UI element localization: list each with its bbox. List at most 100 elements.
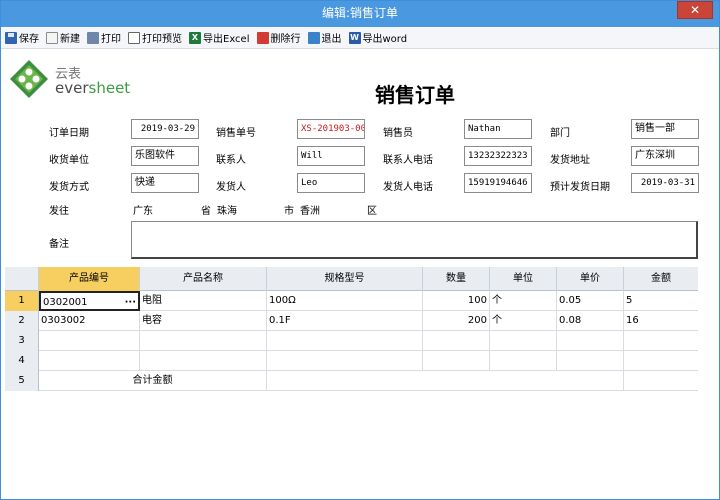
col-header-unit[interactable]: 单位 bbox=[490, 267, 557, 291]
cell-name[interactable]: 电容 bbox=[140, 311, 267, 331]
ship-method-field[interactable]: 快递 bbox=[131, 173, 199, 193]
col-header-price[interactable]: 单价 bbox=[557, 267, 624, 291]
dept-field[interactable]: 销售一部 bbox=[631, 119, 699, 139]
ship-method-label: 发货方式 bbox=[49, 182, 89, 193]
city-value[interactable]: 珠海 bbox=[217, 202, 237, 217]
district-value[interactable]: 香洲 bbox=[300, 202, 320, 217]
order-date-field[interactable]: 2019-03-29 bbox=[131, 119, 199, 139]
receiver-label: 收货单位 bbox=[49, 155, 89, 166]
row-number[interactable]: 5 bbox=[5, 371, 39, 391]
total-amount-label: 合计金额 bbox=[39, 371, 267, 391]
table-row-total[interactable]: 5 合计金额 bbox=[5, 371, 698, 391]
province-value[interactable]: 广东 bbox=[133, 202, 153, 217]
grid-corner bbox=[5, 267, 39, 291]
export-word-label: 导出word bbox=[362, 34, 408, 45]
cell-qty[interactable] bbox=[423, 331, 490, 351]
eta-label: 预计发货日期 bbox=[550, 182, 610, 193]
ship-address-field[interactable]: 广东深圳 bbox=[631, 146, 699, 166]
contact-field[interactable]: Will bbox=[297, 146, 365, 166]
cell-price[interactable] bbox=[557, 351, 624, 371]
col-header-spec[interactable]: 规格型号 bbox=[267, 267, 423, 291]
receiver-field[interactable]: 乐图软件 bbox=[131, 146, 199, 166]
excel-icon: X bbox=[189, 31, 201, 44]
cell-price[interactable]: 0.05 bbox=[557, 291, 624, 311]
col-header-code[interactable]: 产品编号 bbox=[39, 267, 140, 291]
cell-qty[interactable] bbox=[423, 351, 490, 371]
order-no-field[interactable]: XS-201903-001 bbox=[297, 119, 365, 139]
export-excel-label: 导出Excel bbox=[203, 34, 250, 45]
salesperson-field[interactable]: Nathan bbox=[464, 119, 532, 139]
exit-button[interactable]: 退出 bbox=[307, 29, 342, 47]
print-preview-icon bbox=[128, 31, 140, 44]
cell-name[interactable] bbox=[140, 351, 267, 371]
close-button[interactable]: ✕ bbox=[677, 1, 713, 19]
shipper-field[interactable]: Leo bbox=[297, 173, 365, 193]
table-row[interactable]: 3 bbox=[5, 331, 698, 351]
contact-label: 联系人 bbox=[216, 155, 246, 166]
destination-label: 发往 bbox=[49, 206, 69, 217]
table-row[interactable]: 4 bbox=[5, 351, 698, 371]
printer-icon bbox=[87, 31, 99, 44]
cell-amount[interactable]: 16 bbox=[624, 311, 698, 331]
print-button[interactable]: 打印 bbox=[87, 29, 121, 47]
table-row[interactable]: 1 0302001 ··· 电阻 100Ω 100 个 0.05 5 bbox=[5, 291, 698, 311]
order-date-label: 订单日期 bbox=[49, 128, 89, 139]
city-unit: 市 bbox=[284, 206, 294, 217]
delete-row-icon bbox=[256, 31, 269, 44]
cell-spec[interactable] bbox=[267, 351, 423, 371]
table-row[interactable]: 2 0303002 电容 0.1F 200 个 0.08 16 bbox=[5, 311, 698, 331]
cell-name[interactable] bbox=[140, 331, 267, 351]
save-label: 保存 bbox=[19, 34, 39, 45]
word-icon: W bbox=[348, 31, 361, 44]
export-excel-button[interactable]: X 导出Excel bbox=[189, 29, 250, 47]
cell-qty[interactable]: 200 bbox=[423, 311, 490, 331]
new-button[interactable]: 新建 bbox=[46, 29, 80, 47]
row-number[interactable]: 2 bbox=[5, 311, 39, 331]
cell-code[interactable] bbox=[39, 331, 140, 351]
new-label: 新建 bbox=[60, 34, 80, 45]
col-header-name[interactable]: 产品名称 bbox=[140, 267, 267, 291]
district-unit: 区 bbox=[367, 206, 377, 217]
exit-label: 退出 bbox=[321, 34, 342, 45]
cell-unit[interactable]: 个 bbox=[490, 291, 557, 311]
toolbar: 保存 新建 打印 打印预览 X 导出Excel 删除行 退出 W 导出word bbox=[1, 27, 719, 49]
remark-field[interactable] bbox=[131, 221, 698, 259]
delete-row-button[interactable]: 删除行 bbox=[256, 29, 301, 47]
cell-price[interactable] bbox=[557, 331, 624, 351]
print-preview-button[interactable]: 打印预览 bbox=[128, 29, 182, 47]
col-header-qty[interactable]: 数量 bbox=[423, 267, 490, 291]
window-title: 编辑:销售订单 bbox=[321, 6, 399, 20]
cell-unit[interactable] bbox=[490, 331, 557, 351]
cell-code[interactable]: 0302001 ··· bbox=[39, 291, 140, 311]
cell-spec[interactable]: 0.1F bbox=[267, 311, 423, 331]
export-word-button[interactable]: W 导出word bbox=[348, 29, 408, 47]
row-number[interactable]: 3 bbox=[5, 331, 39, 351]
cell-spec[interactable] bbox=[267, 331, 423, 351]
cell-amount[interactable] bbox=[624, 331, 698, 351]
row-number[interactable]: 4 bbox=[5, 351, 39, 371]
cell-amount[interactable] bbox=[624, 351, 698, 371]
remark-label: 备注 bbox=[49, 239, 69, 250]
save-button[interactable]: 保存 bbox=[5, 29, 39, 47]
cell-price[interactable]: 0.08 bbox=[557, 311, 624, 331]
contact-phone-field[interactable]: 13232322323 bbox=[464, 146, 532, 166]
cell-code[interactable] bbox=[39, 351, 140, 371]
cell-amount[interactable]: 5 bbox=[624, 291, 698, 311]
order-no-label: 销售单号 bbox=[216, 128, 256, 139]
total-amount-value[interactable] bbox=[624, 371, 698, 391]
shipper-phone-field[interactable]: 15919194646 bbox=[464, 173, 532, 193]
window: 编辑:销售订单 ✕ 保存 新建 打印 打印预览 X 导出Excel 删除行 退出 … bbox=[0, 0, 720, 500]
cell-unit[interactable] bbox=[490, 351, 557, 371]
more-icon[interactable]: ··· bbox=[125, 293, 136, 309]
grid-header: 产品编号 产品名称 规格型号 数量 单位 单价 金额 bbox=[5, 267, 698, 291]
cell-qty[interactable]: 100 bbox=[423, 291, 490, 311]
save-icon bbox=[5, 31, 17, 44]
print-preview-label: 打印预览 bbox=[142, 34, 182, 45]
cell-unit[interactable]: 个 bbox=[490, 311, 557, 331]
cell-code[interactable]: 0303002 bbox=[39, 311, 140, 331]
eta-field[interactable]: 2019-03-31 bbox=[631, 173, 699, 193]
col-header-amount[interactable]: 金额 bbox=[624, 267, 698, 291]
cell-spec[interactable]: 100Ω bbox=[267, 291, 423, 311]
cell-name[interactable]: 电阻 bbox=[140, 291, 267, 311]
row-number[interactable]: 1 bbox=[5, 291, 39, 311]
